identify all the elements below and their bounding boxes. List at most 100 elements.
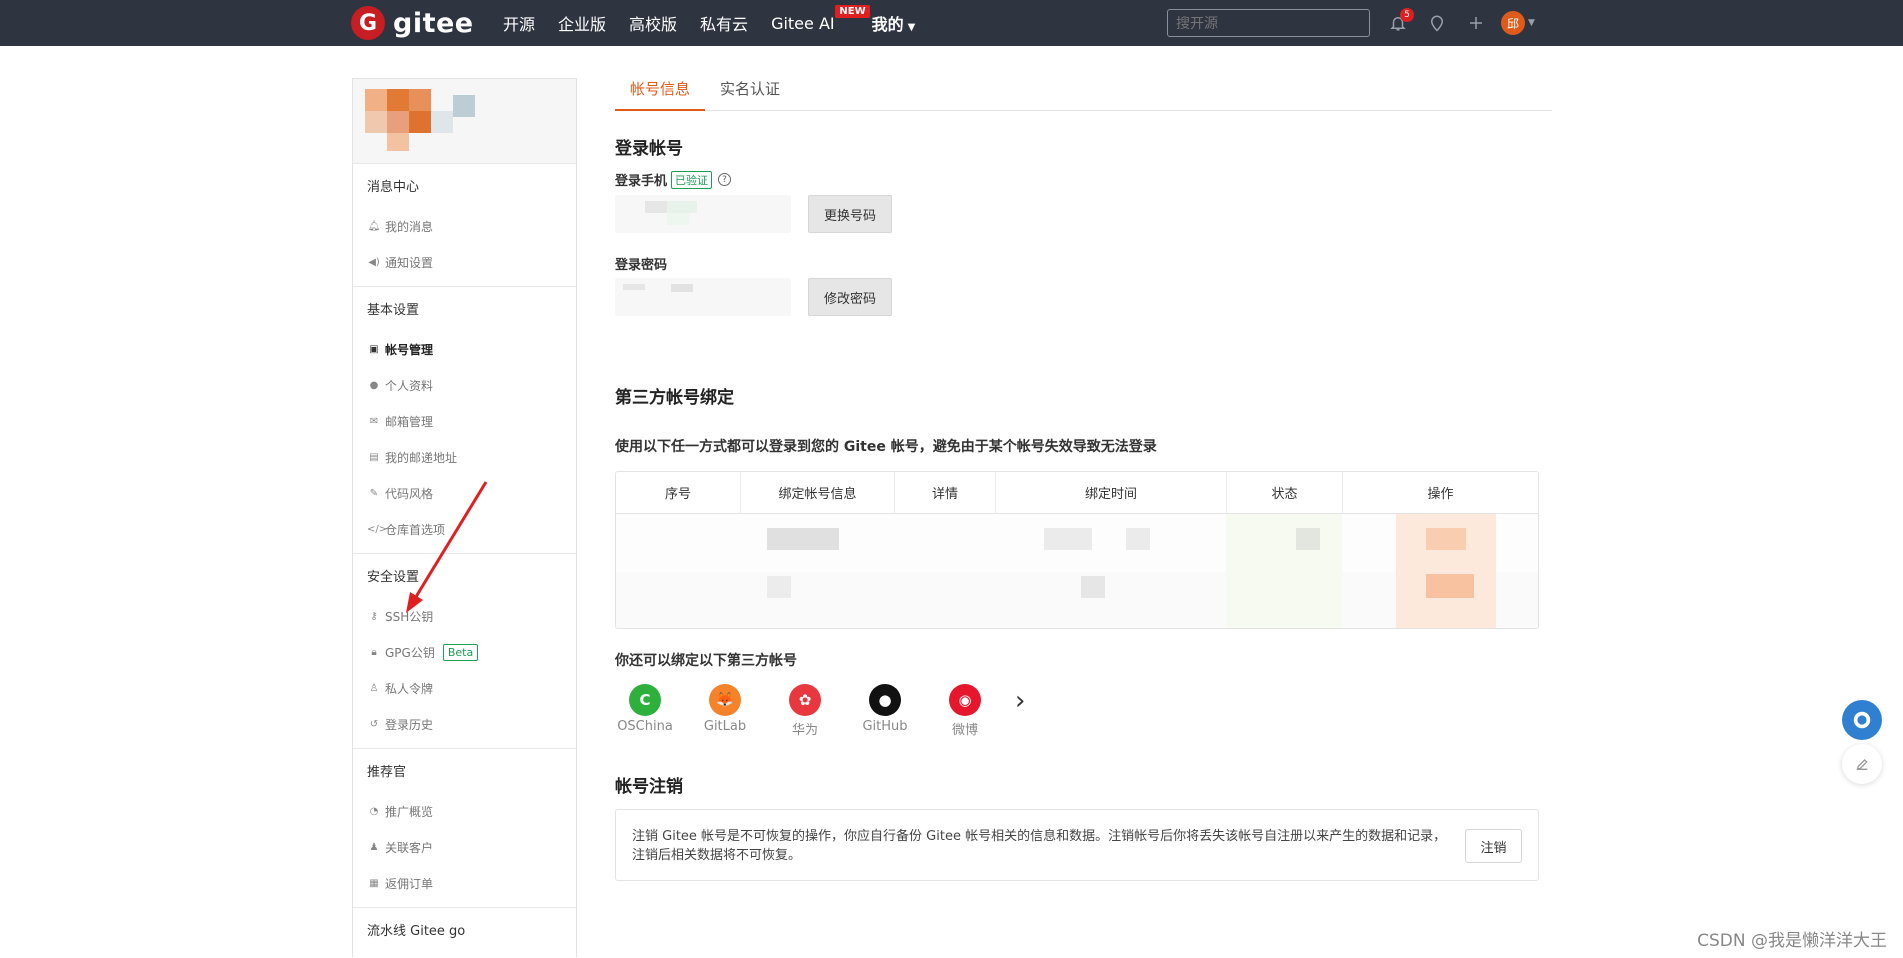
- feedback-float-button[interactable]: [1842, 700, 1882, 740]
- login-account-title: 登录帐号: [615, 139, 683, 159]
- top-navbar: G gitee 开源 企业版 高校版 私有云 Gitee AI NEW 我的 ▼ …: [0, 0, 1903, 46]
- provider-oschina[interactable]: C OSChina: [605, 684, 685, 734]
- user-icon: ●: [369, 379, 379, 391]
- token-icon: ♙: [369, 682, 379, 694]
- search-input[interactable]: [1167, 9, 1370, 37]
- provider-weibo[interactable]: ◉ 微博: [925, 684, 1005, 738]
- user-link-icon: ♟: [369, 841, 379, 853]
- gitee-logo[interactable]: G gitee: [351, 6, 474, 40]
- sidebar-section-referral: 推荐官 ◔ 推广概览 ♟ 关联客户 ▦ 返佣订单: [353, 749, 576, 908]
- tab-real-name[interactable]: 实名认证: [705, 78, 795, 111]
- nav-link-gitee-ai-label: Gitee AI: [771, 13, 835, 33]
- third-party-title: 第三方帐号绑定: [615, 388, 734, 408]
- sidebar-item-my-messages[interactable]: 🔔︎ 我的消息: [367, 208, 576, 244]
- sidebar-item-repo-preferences[interactable]: </> 仓库首选项: [367, 511, 576, 547]
- code-icon: </>: [367, 523, 388, 535]
- gitlab-icon: 🦊: [709, 684, 741, 716]
- help-icon[interactable]: ?: [718, 173, 732, 186]
- sidebar-item-account-management[interactable]: ▣ 帐号管理: [367, 331, 576, 367]
- third-party-description: 使用以下任一方式都可以登录到您的 Gitee 帐号，避免由于某个帐号失效导致无法…: [615, 439, 1157, 455]
- provider-huawei[interactable]: ✿ 华为: [765, 684, 845, 738]
- gitee-logo-text: gitee: [393, 7, 474, 39]
- more-bindings-title: 你还可以绑定以下第三方帐号: [615, 653, 797, 669]
- id-card-icon: ▣: [369, 343, 379, 355]
- github-icon: ●: [869, 684, 901, 716]
- chart-icon: ◔: [369, 805, 379, 817]
- gitee-logo-icon: G: [351, 6, 385, 40]
- provider-github[interactable]: ● GitHub: [845, 684, 925, 734]
- sidebar-item-label: 仓库首选项: [385, 522, 446, 537]
- password-masked: [615, 278, 791, 316]
- sidebar-item-label: 邮箱管理: [385, 414, 434, 429]
- sidebar-section-title: 消息中心: [367, 180, 420, 195]
- provider-label: GitLab: [703, 719, 747, 734]
- account-cancel-text: 注销 Gitee 帐号是不可恢复的操作，你应自行备份 Gitee 帐号相关的信息…: [632, 829, 1447, 863]
- nav-link-opensource[interactable]: 开源: [503, 11, 535, 35]
- history-icon: ↺: [369, 718, 379, 730]
- plus-icon[interactable]: [1462, 9, 1490, 37]
- sidebar-item-profile[interactable]: ● 个人资料: [367, 367, 576, 403]
- table-row-masked: [616, 514, 1538, 628]
- edit-float-button[interactable]: [1842, 744, 1882, 784]
- sidebar-item-label: 私人令牌: [385, 681, 434, 696]
- sidebar-item-code-style[interactable]: ✎ 代码风格: [367, 475, 576, 511]
- settings-sidebar: 消息中心 🔔︎ 我的消息 ◀) 通知设置 基本设置 ▣ 帐号管理 ● 个人资料 …: [352, 78, 577, 957]
- address-card-icon: ▤: [369, 451, 379, 463]
- chevron-right-icon[interactable]: ›: [1015, 686, 1025, 716]
- notification-bell-icon[interactable]: 5: [1384, 8, 1414, 37]
- lock-icon: 🔒︎: [371, 646, 377, 658]
- sidebar-item-linked-customers[interactable]: ♟ 关联客户: [367, 829, 576, 865]
- profile-avatar-pixelated: [353, 79, 576, 164]
- provider-gitlab[interactable]: 🦊 GitLab: [685, 684, 765, 734]
- col-status: 状态: [1227, 472, 1343, 513]
- sidebar-item-login-history[interactable]: ↺ 登录历史: [367, 706, 576, 742]
- sidebar-section-basic: 基本设置 ▣ 帐号管理 ● 个人资料 ✉ 邮箱管理 ▤ 我的邮递地址 ✎ 代码风…: [353, 287, 576, 554]
- sidebar-item-notification-settings[interactable]: ◀) 通知设置: [367, 244, 576, 280]
- sidebar-item-label: 推广概览: [385, 804, 434, 819]
- sidebar-item-ssh-keys[interactable]: ⚷ SSH公钥: [367, 598, 576, 634]
- tab-account-info[interactable]: 帐号信息: [615, 78, 706, 111]
- sidebar-item-promotion-overview[interactable]: ◔ 推广概览: [367, 793, 576, 829]
- sidebar-item-gpg-keys[interactable]: 🔒︎ GPG公钥 Beta: [367, 634, 576, 670]
- weibo-icon: ◉: [949, 684, 981, 716]
- sidebar-item-private-tokens[interactable]: ♙ 私人令牌: [367, 670, 576, 706]
- bound-accounts-table: 序号 绑定帐号信息 详情 绑定时间 状态 操作: [615, 471, 1539, 629]
- phone-label: 登录手机: [615, 174, 668, 189]
- beta-badge: Beta: [442, 643, 479, 661]
- account-main: 帐号信息 实名认证 登录帐号 登录手机 已验证 ? 更换号码 登录密码 修改密码…: [615, 78, 1552, 881]
- provider-label: OSChina: [617, 719, 673, 734]
- account-cancel-title: 帐号注销: [615, 777, 683, 797]
- nav-link-gitee-ai[interactable]: Gitee AI NEW: [771, 4, 870, 33]
- change-phone-button[interactable]: 更换号码: [808, 195, 892, 233]
- new-badge: NEW: [835, 4, 870, 18]
- key-icon: ⚷: [370, 610, 378, 622]
- sidebar-item-address[interactable]: ▤ 我的邮递地址: [367, 439, 576, 475]
- provider-label: 华为: [791, 723, 818, 738]
- location-pin-icon[interactable]: [1423, 9, 1451, 37]
- chevron-down-icon: ▼: [1528, 18, 1535, 28]
- sidebar-section-messages: 消息中心 🔔︎ 我的消息 ◀) 通知设置: [353, 164, 576, 287]
- provider-list: C OSChina 🦊 GitLab ✿ 华为 ● GitHub ◉ 微博 ›: [605, 684, 1025, 738]
- sidebar-section-title[interactable]: 流水线 Gitee go: [367, 920, 576, 939]
- mail-icon: ✉: [369, 415, 379, 427]
- nav-mine-dropdown[interactable]: 我的 ▼: [872, 11, 916, 35]
- nav-link-enterprise[interactable]: 企业版: [558, 11, 606, 35]
- sidebar-item-label: 我的消息: [385, 219, 434, 234]
- sidebar-item-label: 登录历史: [385, 717, 434, 732]
- nav-link-education[interactable]: 高校版: [629, 11, 677, 35]
- sidebar-item-email[interactable]: ✉ 邮箱管理: [367, 403, 576, 439]
- sidebar-item-label: 我的邮递地址: [385, 450, 458, 465]
- chevron-down-icon: ▼: [907, 22, 916, 33]
- user-menu[interactable]: 邱 ▼: [1501, 9, 1535, 37]
- main-nav: 开源 企业版 高校版 私有云 Gitee AI NEW 我的 ▼: [503, 0, 938, 46]
- nav-link-private-cloud[interactable]: 私有云: [700, 11, 748, 35]
- order-icon: ▦: [369, 877, 379, 889]
- huawei-icon: ✿: [789, 684, 821, 716]
- change-password-button[interactable]: 修改密码: [808, 278, 892, 316]
- notification-count-badge: 5: [1400, 8, 1414, 22]
- sidebar-item-commission-orders[interactable]: ▦ 返佣订单: [367, 865, 576, 901]
- cancel-account-button[interactable]: 注销: [1465, 829, 1522, 863]
- phone-label-row: 登录手机 已验证 ?: [615, 170, 732, 189]
- top-icons: 5 邱 ▼: [1384, 0, 1546, 46]
- sidebar-item-label: 返佣订单: [385, 876, 434, 891]
